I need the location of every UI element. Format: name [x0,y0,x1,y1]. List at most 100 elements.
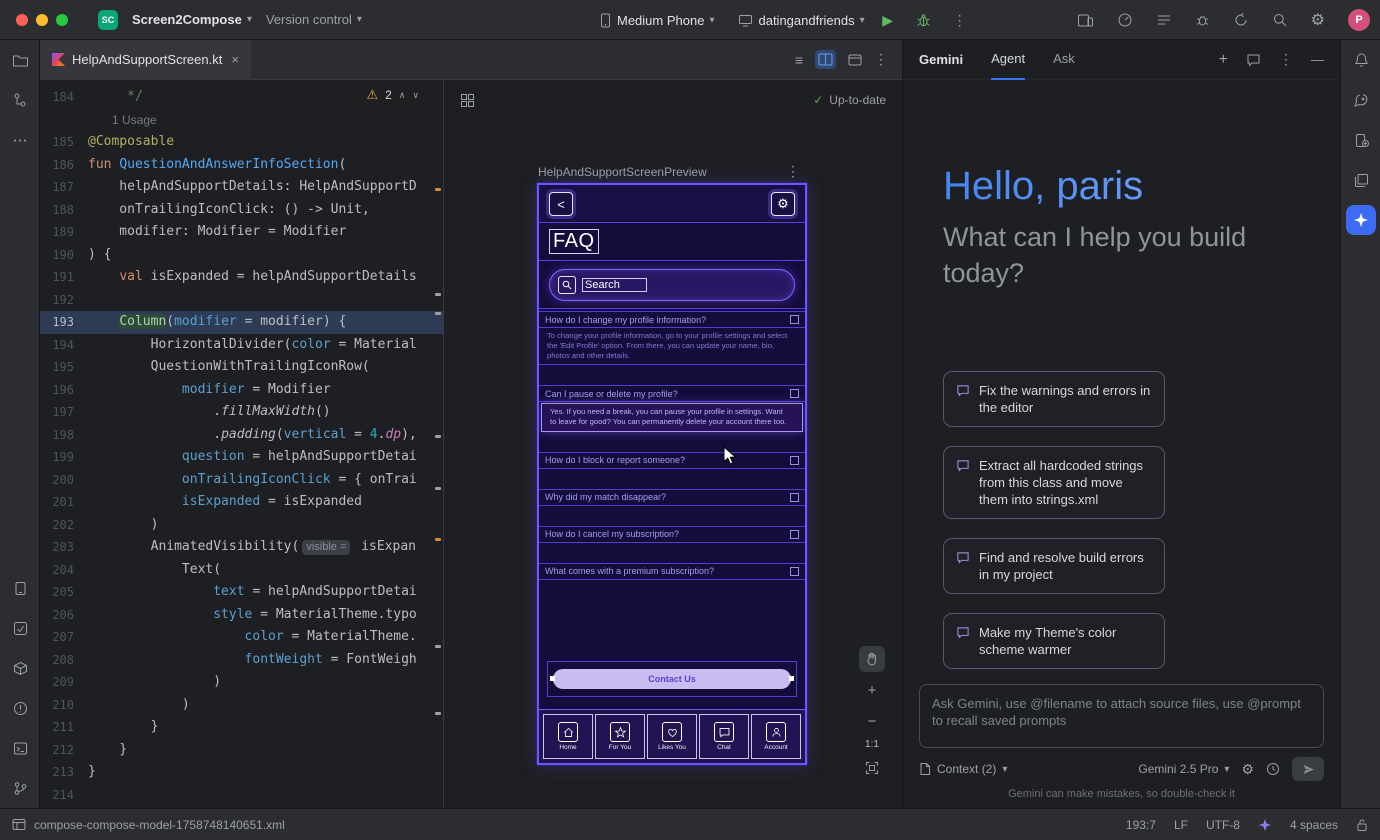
code-line[interactable]: 209 ) [40,671,443,694]
line-number[interactable]: 210 [40,694,74,717]
code-line[interactable]: 200 onTrailingIconClick = { onTrai [40,469,443,492]
tab-agent[interactable]: Agent [991,40,1025,80]
pan-hand-button[interactable] [859,646,885,672]
preview-back-button[interactable]: < [549,192,573,216]
notifications-button[interactable] [1341,40,1380,80]
stripe-mark[interactable] [435,712,441,715]
structure-tool-button[interactable] [0,80,40,120]
code-line[interactable]: 186fun QuestionAndAnswerInfoSection( [40,154,443,177]
open-in-window-icon[interactable] [848,53,862,66]
faq-item[interactable]: How do I block or report someone? [539,452,805,469]
logcat-icon[interactable] [1156,13,1172,27]
zoom-window-button[interactable] [56,14,68,26]
line-number[interactable]: 200 [40,469,74,492]
code-line[interactable]: 196 modifier = Modifier [40,379,443,402]
sync-icon[interactable] [1233,12,1249,28]
suggestion-card[interactable]: Fix the warnings and errors in the edito… [943,371,1165,427]
line-number[interactable]: 211 [40,716,74,739]
preview-phone-canvas[interactable]: < ⚙ FAQ Search How do I change my profil… [537,183,807,765]
preview-settings-button[interactable]: ⚙ [771,192,795,216]
expand-icon[interactable] [790,530,799,539]
resource-manager-button[interactable] [1341,160,1380,200]
gemini-tool-button[interactable] [1341,200,1380,240]
search-icon[interactable] [1272,12,1288,28]
code-line[interactable]: 204 Text( [40,559,443,582]
editor-options-icon[interactable]: ⋮ [874,51,888,68]
line-number[interactable]: 207 [40,626,74,649]
more-tools-button[interactable]: ⋯ [0,120,40,160]
model-selector[interactable]: Gemini 2.5 Pro ▾ [1138,762,1229,776]
line-number[interactable]: 186 [40,154,74,177]
version-control-menu[interactable]: Version control ▾ [266,12,362,27]
line-number[interactable]: 199 [40,446,74,469]
project-menu[interactable]: Screen2Compose ▾ [132,12,252,27]
close-window-button[interactable] [16,14,28,26]
nav-item-account[interactable]: Account [751,714,801,759]
code-line[interactable]: 190) { [40,244,443,267]
line-number[interactable]: 205 [40,581,74,604]
code-line[interactable]: 205 text = helpAndSupportDetai [40,581,443,604]
stripe-mark[interactable] [435,312,441,315]
device-selector[interactable]: Medium Phone ▾ [599,13,714,28]
code-line[interactable]: 203 AnimatedVisibility(visible = isExpan [40,536,443,559]
running-devices-button[interactable] [0,568,40,608]
preview-options-icon[interactable]: ⋮ [786,163,800,180]
code-line[interactable]: 213} [40,761,443,784]
code-line[interactable]: 210 ) [40,694,443,717]
gemini-settings-icon[interactable]: ⚙ [1241,761,1254,778]
nav-item-home[interactable]: Home [543,714,593,759]
code-line[interactable]: 214 [40,784,443,807]
code-line[interactable]: 188 onTrailingIconClick: () -> Unit, [40,199,443,222]
code-line[interactable]: 201 isExpanded = isExpanded [40,491,443,514]
line-number[interactable]: 209 [40,671,74,694]
editor-list-icon[interactable]: ≡ [795,52,803,68]
faq-item[interactable]: Why did my match disappear? [539,489,805,506]
run-config-selector[interactable]: datingandfriends ▾ [738,13,864,28]
ai-assistant-status-icon[interactable] [1258,818,1272,832]
code-line[interactable]: 194 HorizontalDivider(color = Material [40,334,443,357]
nav-item-likes-you[interactable]: Likes You [647,714,697,759]
device-manager-button[interactable] [1341,120,1380,160]
zoom-out-button[interactable]: − [859,708,885,734]
code-line[interactable]: 202 ) [40,514,443,537]
send-prompt-button[interactable] [1292,757,1324,781]
project-tool-button[interactable] [0,40,40,80]
line-number[interactable]: 191 [40,266,74,289]
code-line[interactable]: 211 } [40,716,443,739]
faq-item[interactable]: Can I pause or delete my profile?Yes. If… [539,385,805,432]
line-number[interactable]: 184 [40,86,74,109]
code-line[interactable]: 208 fontWeight = FontWeigh [40,649,443,672]
line-number[interactable]: 185 [40,131,74,154]
line-number[interactable]: 195 [40,356,74,379]
line-number[interactable]: 188 [40,199,74,222]
line-number[interactable]: 198 [40,424,74,447]
suggestion-card[interactable]: Find and resolve build errors in my proj… [943,538,1165,594]
app-inspection-button[interactable] [0,608,40,648]
line-number[interactable]: 193 [40,311,74,334]
user-avatar[interactable]: P [1348,9,1370,31]
indent-setting[interactable]: 4 spaces [1290,818,1338,832]
preview-contact-button[interactable]: Contact Us [553,669,791,689]
line-number[interactable]: 192 [40,289,74,312]
stripe-mark[interactable] [435,487,441,490]
code-line[interactable]: 185@Composable [40,131,443,154]
code-line[interactable]: 198 .padding(vertical = 4.dp), [40,424,443,447]
close-tab-icon[interactable]: × [231,52,239,67]
line-number[interactable]: 189 [40,221,74,244]
line-number[interactable]: 202 [40,514,74,537]
code-line[interactable]: 187 helpAndSupportDetails: HelpAndSuppor… [40,176,443,199]
line-number[interactable]: 212 [40,739,74,762]
expand-icon[interactable] [790,493,799,502]
line-number[interactable]: 196 [40,379,74,402]
suggestion-card[interactable]: Extract all hardcoded strings from this … [943,446,1165,519]
file-lock-icon[interactable] [1356,818,1368,832]
build-tool-button[interactable] [0,648,40,688]
faq-item[interactable]: What comes with a premium subscription? [539,563,805,580]
code-line[interactable]: 195 QuestionWithTrailingIconRow( [40,356,443,379]
settings-gear-icon[interactable]: ⚙ [1311,10,1325,30]
line-number[interactable]: 194 [40,334,74,357]
debug-button[interactable] [911,7,937,33]
code-line[interactable]: 207 color = MaterialTheme. [40,626,443,649]
minimize-window-button[interactable] [36,14,48,26]
inspections-widget[interactable]: ⚠ 2 ∧ ∨ [358,85,427,105]
